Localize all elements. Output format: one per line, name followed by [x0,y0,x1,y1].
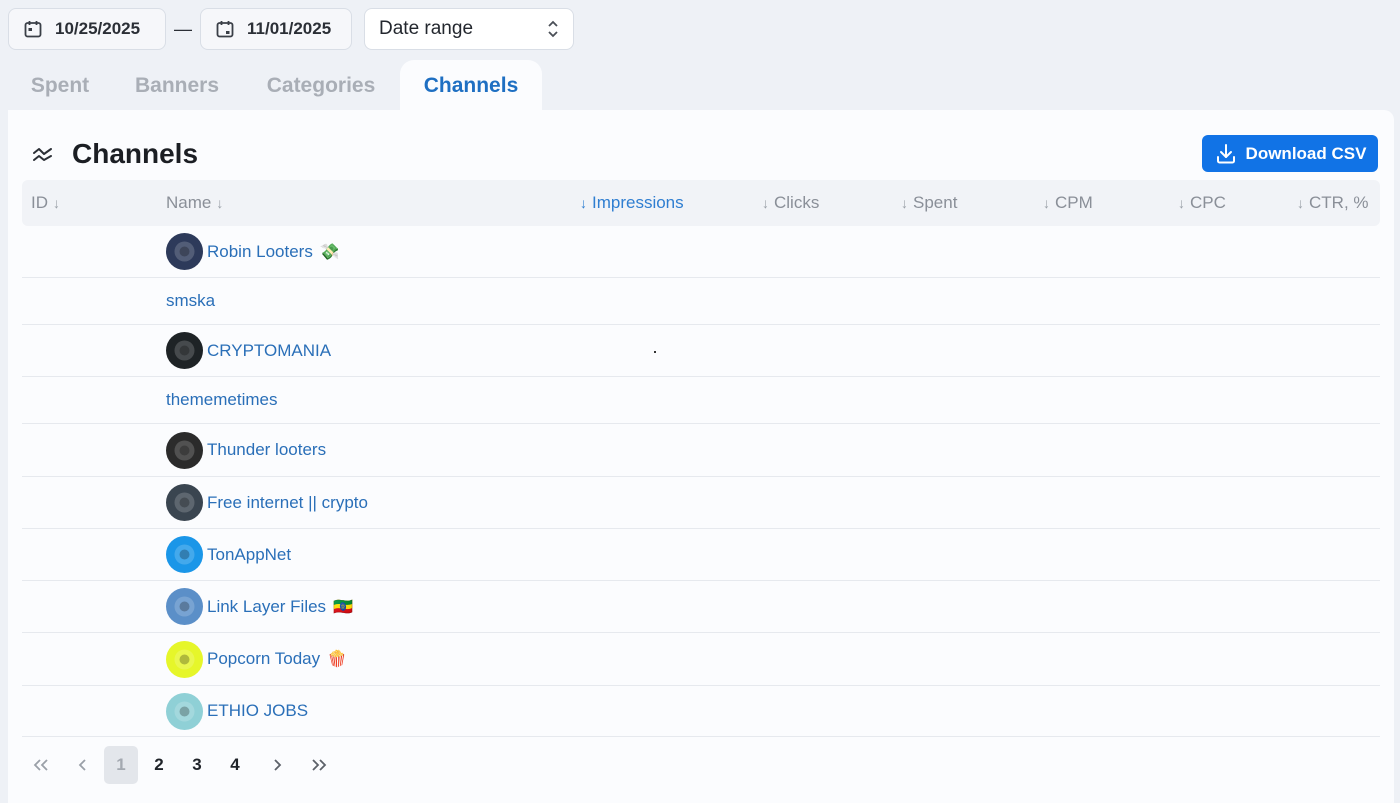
ethio-jobs-avatar [166,692,203,730]
sort-arrow-icon: ↓ [762,195,769,211]
download-icon [1216,143,1235,163]
channels-table: ID ↓ Name ↓ ↓ Impressions ↓ Clicks ↓ Spent ↓ C… [22,180,1380,737]
page-3-button[interactable]: 3 [178,746,216,784]
table-row: Thunder looters [22,424,1380,477]
channel-name: Popcorn Today [207,649,321,668]
channel-link[interactable]: Robin Looters 💸 [166,233,340,270]
tab-categories[interactable]: Categories [242,60,400,112]
channel-link[interactable]: Free internet || crypto [166,484,368,521]
channel-name: Robin Looters [207,241,313,261]
column-header-ctr[interactable]: ↓ CTR, % [1297,180,1369,226]
sort-arrow-icon: ↓ [580,195,587,211]
table-body: Robin Looters 💸 smska CRYPTOMANIA thememetim… [22,226,1380,737]
column-header-spent[interactable]: ↓ Spent [901,180,957,226]
sort-arrow-icon: ↓ [216,195,224,211]
popcorn-today-avatar [166,640,203,678]
table-row: Free internet || crypto [22,477,1380,529]
channel-link[interactable]: Thunder looters [166,431,327,469]
channel-name: Thunder looters [207,440,327,459]
table-row: Link Layer Files 🇪🇹 [22,581,1380,633]
double-chevron-left-icon [33,759,48,771]
column-header-cpc[interactable]: ↓ CPC [1178,180,1226,226]
report-tabs: Spent Banners Categories Channels [8,60,542,112]
table-row: smska [22,278,1380,325]
date-separator: — [174,18,192,39]
channel-link[interactable]: ETHIO JOBS [166,692,309,730]
pagination: 1 2 3 4 [22,746,338,784]
start-date-button[interactable]: 10/25/2025 [8,8,166,50]
end-date-label: 11/01/2025 [247,19,332,38]
thunder-looters-avatar [166,431,203,469]
sort-arrow-icon: ↓ [1297,195,1304,211]
channel-emoji: 💸 [319,243,340,261]
column-header-clicks[interactable]: ↓ Clicks [762,180,819,226]
column-header-cpm[interactable]: ↓ CPM [1043,180,1093,226]
table-header: ID ↓ Name ↓ ↓ Impressions ↓ Clicks ↓ Spent ↓ C… [22,180,1380,226]
table-row: Robin Looters 💸 [22,226,1380,278]
channel-link[interactable]: CRYPTOMANIA [166,332,331,369]
stray-dot [654,351,656,353]
robin-looters-avatar [166,233,203,270]
channel-link[interactable]: thememetimes [166,390,277,410]
table-row: thememetimes [22,377,1380,424]
sort-arrow-icon: ↓ [1178,195,1185,211]
page-4-button[interactable]: 4 [216,746,254,784]
channels-panel: Channels Download CSV ID ↓ Name ↓ ↓ Impress… [8,110,1394,803]
link-layer-avatar [166,588,203,625]
channel-emoji: 🇪🇹 [333,598,353,616]
chart-trend-icon [33,148,52,161]
column-header-name[interactable]: Name ↓ [166,180,223,226]
channel-name: Link Layer Files [207,596,327,616]
date-range-value: Date range [379,18,474,39]
table-row: TonAppNet [22,529,1380,581]
channel-name: CRYPTOMANIA [207,340,332,360]
channel-name: ETHIO JOBS [207,701,309,720]
sort-arrow-icon: ↓ [53,195,60,211]
download-csv-label: Download CSV [1245,143,1367,163]
sort-arrow-icon: ↓ [901,195,908,211]
chevron-right-icon [274,759,282,771]
chevron-updown-icon [548,20,558,38]
channel-name: smska [166,291,216,310]
column-header-impressions[interactable]: ↓ Impressions [580,180,684,226]
free-internet-avatar [166,484,203,521]
start-date-label: 10/25/2025 [55,19,141,38]
tab-spent[interactable]: Spent [8,60,112,112]
table-row: CRYPTOMANIA [22,325,1380,377]
calendar-icon [24,21,42,38]
last-page-button[interactable] [300,746,338,784]
channel-link[interactable]: TonAppNet [166,536,291,573]
double-chevron-right-icon [312,759,327,771]
channel-link[interactable]: smska [166,291,215,311]
table-row: ETHIO JOBS [22,686,1380,737]
previous-page-button[interactable] [64,746,102,784]
cryptomania-avatar [166,332,203,369]
channel-name: TonAppNet [207,544,292,564]
column-header-id[interactable]: ID ↓ [31,180,60,226]
sort-arrow-icon: ↓ [1043,195,1050,211]
calendar-icon [216,21,234,38]
tab-channels[interactable]: Channels [400,60,542,112]
first-page-button[interactable] [22,746,60,784]
channel-name: Free internet || crypto [207,492,368,512]
table-row: Popcorn Today 🍿 [22,633,1380,686]
channel-link[interactable]: Link Layer Files 🇪🇹 [166,588,353,625]
end-date-button[interactable]: 11/01/2025 [200,8,352,50]
panel-header: Channels [32,138,198,170]
next-page-button[interactable] [258,746,296,784]
panel-title: Channels [72,138,199,169]
ton-logo-avatar [166,536,203,573]
channel-link[interactable]: Popcorn Today 🍿 [166,640,348,678]
download-csv-button[interactable]: Download CSV [1202,135,1378,172]
chevron-left-icon [78,759,86,771]
page-2-button[interactable]: 2 [140,746,178,784]
channel-emoji: 🍿 [327,651,348,668]
date-filter-bar: 10/25/2025 — 11/01/2025 Date range [8,8,574,50]
tab-banners[interactable]: Banners [112,60,242,112]
channel-name: thememetimes [166,390,278,409]
date-range-select[interactable]: Date range [364,8,574,50]
page-1-button[interactable]: 1 [104,746,138,784]
